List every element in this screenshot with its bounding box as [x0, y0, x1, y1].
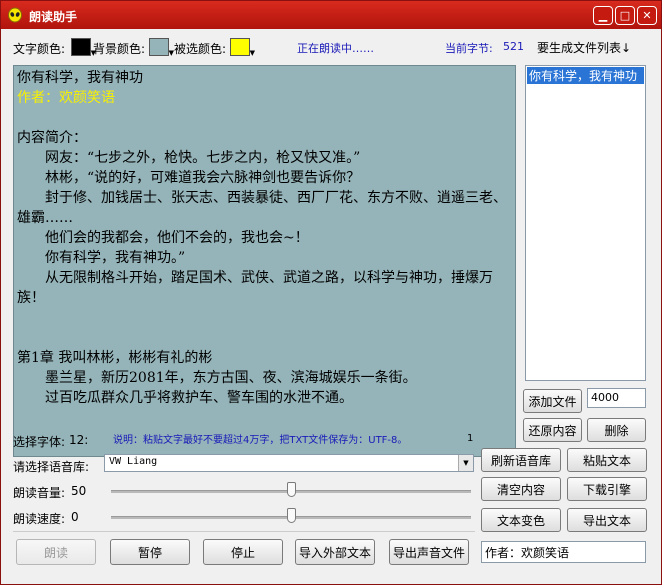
chevron-down-icon[interactable]: ▼	[458, 455, 473, 471]
usage-hint: 说明：粘贴文字最好不要超过4万字，把TXT文件保存为：UTF-8。	[113, 435, 408, 446]
app-window: 朗读助手 ▁ □ ✕ 文字颜色: ▼ 背景颜色: ▼ 被选颜色: ▼ 正在朗读中…	[0, 0, 662, 585]
file-list-item[interactable]: 你有科学，我有神功	[527, 67, 644, 84]
import-text-button[interactable]: 导入外部文本	[295, 539, 375, 565]
restore-button[interactable]: 还原内容	[523, 418, 582, 442]
current-char-label: 当前字节:	[445, 42, 493, 55]
file-list[interactable]: 你有科学，我有神功	[525, 65, 646, 381]
editor-line: 你有科学，我有神功	[17, 70, 143, 86]
bg-color-label: 背景颜色:	[93, 42, 146, 56]
divider	[13, 531, 475, 532]
minimize-icon[interactable]: ▁	[593, 6, 613, 25]
text-editor[interactable]: 你有科学，我有神功 作者：欢颜笑语 ​ 内容简介： 网友：“七步之外，枪快。七步…	[13, 65, 516, 457]
editor-line-author: 作者：欢颜笑语	[17, 90, 115, 106]
voice-select-value: VW Liang	[109, 456, 158, 467]
file-list-dropdown[interactable]: 要生成文件列表↓	[537, 39, 631, 56]
export-text-button[interactable]: 导出文本	[567, 508, 647, 532]
refresh-voices-button[interactable]: 刷新语音库	[481, 448, 561, 472]
editor-line: 第1章 我叫林彬，彬彬有礼的彬	[17, 350, 213, 366]
editor-line: 他们会的我都会，他们不会的，我也会~！	[17, 230, 309, 246]
editor-line: 过百吃瓜群众几乎将救护车、警车围的水泄不通。	[17, 390, 353, 406]
add-file-button[interactable]: 添加文件	[523, 389, 582, 413]
alien-icon	[8, 7, 22, 23]
stop-button[interactable]: 停止	[203, 539, 283, 565]
clear-content-button[interactable]: 清空内容	[481, 477, 561, 501]
speed-value: 0	[71, 510, 79, 524]
font-size-value[interactable]: 12:	[69, 433, 88, 447]
editor-line: 内容简介：	[17, 130, 87, 146]
editor-line: ​	[17, 108, 512, 128]
client-area: 文字颜色: ▼ 背景颜色: ▼ 被选颜色: ▼ 正在朗读中…… 当前字节: 52…	[1, 29, 661, 584]
hint-count: 1	[467, 433, 474, 444]
text-color-change-button[interactable]: 文本变色	[481, 508, 561, 532]
pause-button[interactable]: 暂停	[110, 539, 190, 565]
voice-label: 请选择语音库:	[13, 460, 90, 474]
editor-line: 从无限制格斗开始，踏足国术、武侠、武道之路，以科学与神功，捶爆万族！	[17, 270, 493, 306]
read-button[interactable]: 朗读	[16, 539, 96, 565]
voice-select[interactable]: VW Liang ▼	[104, 454, 474, 472]
paste-text-button[interactable]: 粘贴文本	[567, 448, 647, 472]
volume-value: 50	[71, 484, 87, 498]
chevron-down-icon: ▼	[249, 49, 255, 57]
speed-slider-thumb[interactable]	[287, 508, 296, 523]
volume-slider-thumb[interactable]	[287, 482, 296, 497]
current-char-value: 521	[503, 40, 524, 53]
close-icon[interactable]: ✕	[637, 6, 657, 25]
author-field[interactable]: 作者：欢颜笑语	[481, 541, 646, 563]
sel-color-label: 被选颜色:	[174, 42, 227, 56]
export-audio-button[interactable]: 导出声音文件	[389, 539, 469, 565]
editor-line: 墨兰星，新历2081年，东方古国、夜、滨海城娱乐一条街。	[17, 370, 417, 386]
text-color-label: 文字颜色:	[13, 42, 66, 56]
bg-color-picker[interactable]: ▼	[149, 38, 174, 57]
delete-button[interactable]: 删除	[587, 418, 646, 442]
text-color-picker[interactable]: ▼	[71, 38, 96, 57]
editor-line: 网友：“七步之外，枪快。七步之内，枪又快又准。”	[17, 150, 361, 166]
font-label: 选择字体:	[13, 435, 66, 449]
title-bar[interactable]: 朗读助手 ▁ □ ✕	[1, 1, 661, 29]
editor-line: 封于修、加钱居士、张天志、西装暴徒、西厂厂花、东方不败、逍遥三老、雄霸……	[17, 190, 507, 226]
maximize-icon[interactable]: □	[615, 6, 635, 25]
editor-line: 林彬，“说的好，可难道我会六脉神剑也要告诉你？	[17, 170, 361, 186]
volume-label: 朗读音量:	[13, 486, 66, 500]
editor-line: 你有科学，我有神功。”	[17, 250, 186, 266]
sel-color-picker[interactable]: ▼	[230, 38, 255, 57]
reading-status: 正在朗读中……	[297, 42, 374, 55]
max-chars-input[interactable]: 4000	[587, 388, 646, 408]
window-title: 朗读助手	[29, 10, 78, 24]
speed-label: 朗读速度:	[13, 512, 66, 526]
download-engine-button[interactable]: 下载引擎	[567, 477, 647, 501]
